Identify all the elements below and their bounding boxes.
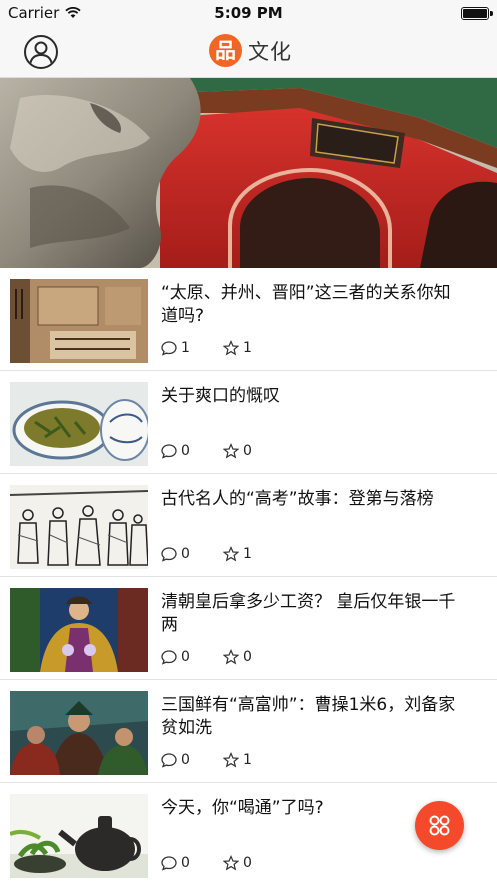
star-icon	[223, 855, 239, 871]
article-meta: 0 0	[161, 649, 285, 665]
list-item[interactable]: 三国鲜有“高富帅”：曹操1米6，刘备家贫如洗 0 1	[0, 680, 497, 783]
three-kingdoms-thumbnail	[10, 691, 148, 775]
user-avatar-icon	[29, 41, 53, 66]
article-meta: 0 1	[161, 752, 285, 768]
comment-icon	[161, 444, 177, 459]
article-meta: 0 0	[161, 855, 285, 871]
article-title: 关于爽口的慨叹	[161, 386, 280, 406]
comment-count[interactable]: 1	[161, 340, 223, 356]
comment-count-value: 0	[181, 855, 190, 871]
nav-bar: 品 文化	[0, 26, 497, 78]
tea-cup-thumbnail	[10, 382, 148, 466]
emperor-portrait-thumbnail	[10, 588, 148, 672]
star-icon	[223, 340, 239, 356]
comment-count[interactable]: 0	[161, 443, 223, 459]
ink-figures-thumbnail	[10, 485, 148, 569]
article-meta: 1 1	[161, 340, 285, 356]
featured-banner[interactable]: 山西	[0, 78, 497, 268]
comment-count[interactable]: 0	[161, 649, 223, 665]
star-icon	[223, 546, 239, 562]
favorite-count-value: 0	[243, 855, 252, 871]
comment-count-value: 0	[181, 649, 190, 665]
favorite-count-value: 1	[243, 752, 252, 768]
comment-count[interactable]: 0	[161, 855, 223, 871]
list-item[interactable]: 清朝皇后拿多少工资？ 皇后仅年银一千两 0 0	[0, 577, 497, 680]
favorite-count-value: 0	[243, 443, 252, 459]
comment-icon	[161, 341, 177, 356]
comment-icon	[161, 547, 177, 562]
menu-fab-button[interactable]	[415, 801, 464, 850]
favorite-count-value: 1	[243, 546, 252, 562]
favorite-count[interactable]: 1	[223, 546, 285, 562]
list-item[interactable]: “太原、并州、晋阳”这三者的关系你知道吗? 1 1	[0, 268, 497, 371]
grid-menu-icon	[429, 815, 450, 836]
star-icon	[223, 752, 239, 768]
comment-icon	[161, 753, 177, 768]
comment-icon	[161, 856, 177, 871]
article-title: 三国鲜有“高富帅”：曹操1米6，刘备家贫如洗	[161, 695, 456, 738]
comment-count-value: 1	[181, 340, 190, 356]
comment-icon	[161, 650, 177, 665]
app-logo: 品 文化	[209, 34, 292, 67]
favorite-count[interactable]: 0	[223, 443, 285, 459]
teapot-thumbnail	[10, 794, 148, 878]
article-title: 清朝皇后拿多少工资？ 皇后仅年银一千两	[161, 592, 456, 635]
status-bar: Carrier 5:09 PM	[0, 0, 497, 26]
favorite-count[interactable]: 1	[223, 752, 285, 768]
list-item[interactable]: 关于爽口的慨叹 0 0	[0, 371, 497, 474]
comment-count-value: 0	[181, 546, 190, 562]
comment-count-value: 0	[181, 752, 190, 768]
scroll-map-thumbnail	[10, 279, 148, 363]
article-title: 古代名人的“高考”故事：登第与落榜	[161, 489, 434, 509]
temple-gate-image	[0, 78, 497, 268]
favorite-count[interactable]: 1	[223, 340, 285, 356]
article-list: “太原、并州、晋阳”这三者的关系你知道吗? 1 1 关于爽口的慨叹 0 0 古代…	[0, 268, 497, 883]
comment-count-value: 0	[181, 443, 190, 459]
star-icon	[223, 443, 239, 459]
app-title: 文化	[248, 39, 292, 64]
favorite-count[interactable]: 0	[223, 649, 285, 665]
favorite-count[interactable]: 0	[223, 855, 285, 871]
article-meta: 0 1	[161, 546, 285, 562]
favorite-count-value: 1	[243, 340, 252, 356]
battery-icon	[461, 7, 493, 20]
article-title: “太原、并州、晋阳”这三者的关系你知道吗?	[161, 283, 451, 326]
user-profile-button[interactable]	[24, 35, 58, 69]
star-icon	[223, 649, 239, 665]
logo-mark: 品	[209, 34, 242, 67]
article-meta: 0 0	[161, 443, 285, 459]
status-time: 5:09 PM	[214, 4, 283, 22]
comment-count[interactable]: 0	[161, 546, 223, 562]
favorite-count-value: 0	[243, 649, 252, 665]
list-item[interactable]: 古代名人的“高考”故事：登第与落榜 0 1	[0, 474, 497, 577]
comment-count[interactable]: 0	[161, 752, 223, 768]
